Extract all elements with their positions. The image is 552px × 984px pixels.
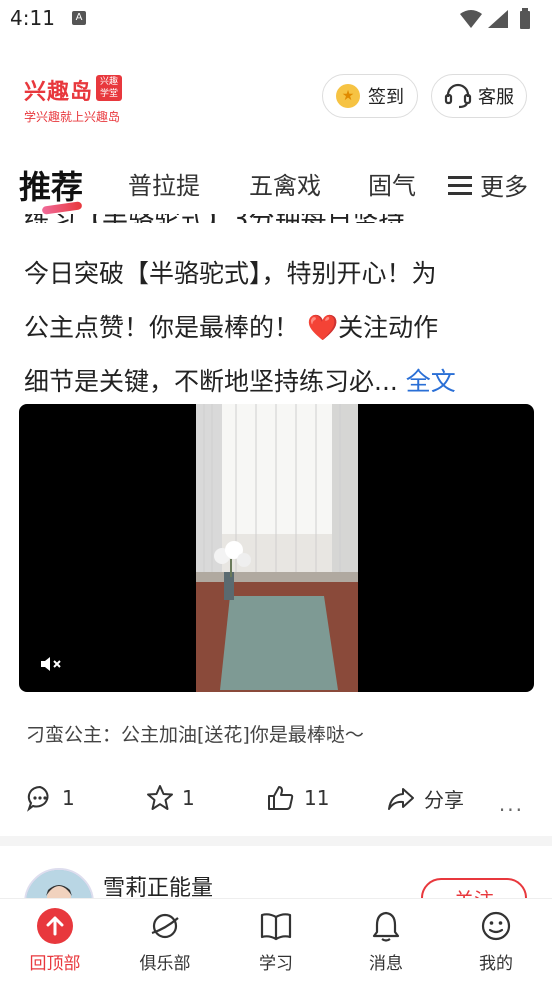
bottom-tab-bar: 回顶部 俱乐部 学习 消息 我的 bbox=[0, 898, 552, 984]
tab-label: 学习 bbox=[259, 954, 293, 974]
comments-count: 1 bbox=[62, 786, 75, 810]
app-logo: 兴趣岛 兴趣学堂 学兴趣就上兴趣岛 bbox=[24, 74, 123, 125]
tab-label: 我的 bbox=[479, 954, 513, 974]
post-actions: 1 1 11 分享 ··· bbox=[0, 784, 552, 822]
comment-preview[interactable]: 刁蛮公主：公主加油[送花]你是最棒哒～ bbox=[26, 720, 364, 747]
category-tabs: 推荐 普拉提 五禽戏 固气 更多 bbox=[0, 158, 552, 215]
arrow-up-icon bbox=[37, 908, 73, 944]
battery-icon bbox=[520, 11, 530, 29]
tab-guqi[interactable]: 固气 bbox=[368, 166, 416, 201]
headset-icon bbox=[444, 83, 472, 109]
video-frame bbox=[196, 404, 358, 692]
share-icon bbox=[388, 787, 414, 810]
comment-icon bbox=[27, 785, 49, 812]
more-tabs-button[interactable]: 更多 bbox=[442, 167, 528, 202]
signal-icon bbox=[488, 10, 508, 28]
likes-count: 11 bbox=[304, 786, 330, 810]
thumbs-up-icon bbox=[268, 786, 294, 810]
favorite-button[interactable]: 1 bbox=[146, 784, 195, 812]
full-text-link[interactable]: 全文 bbox=[406, 367, 456, 396]
tab-profile[interactable]: 我的 bbox=[451, 905, 541, 974]
comment-text: 公主加油[送花]你是最棒哒～ bbox=[121, 724, 364, 746]
post-text[interactable]: 今日突破【半骆驼式】，特别开心！为 公主点赞！你是最棒的！ ❤️关注动作 细节是… bbox=[24, 247, 528, 409]
favorites-count: 1 bbox=[182, 786, 195, 810]
wifi-icon bbox=[460, 10, 482, 28]
tab-label: 回顶部 bbox=[29, 954, 81, 974]
checkin-label: 签到 bbox=[368, 87, 404, 108]
logo-slogan: 学兴趣就上兴趣岛 bbox=[24, 110, 121, 124]
tab-back-to-top[interactable]: 回顶部 bbox=[10, 905, 100, 974]
post-text-line: 今日突破【半骆驼式】，特别开心！为 bbox=[24, 259, 437, 288]
book-icon bbox=[260, 913, 292, 941]
menu-icon bbox=[448, 175, 472, 195]
more-label: 更多 bbox=[480, 173, 528, 201]
star-coin-icon: ★ bbox=[336, 84, 360, 108]
comment-button[interactable]: 1 bbox=[26, 784, 75, 812]
comment-author: 刁蛮公主： bbox=[26, 724, 122, 746]
tab-club[interactable]: 俱乐部 bbox=[120, 905, 210, 974]
more-options-icon[interactable]: ··· bbox=[499, 798, 524, 822]
checkin-button[interactable]: ★ 签到 bbox=[322, 74, 418, 118]
app-header: 兴趣岛 兴趣学堂 学兴趣就上兴趣岛 ★ 签到 客服 bbox=[0, 60, 552, 130]
share-button[interactable]: 分享 bbox=[386, 784, 464, 813]
section-divider bbox=[0, 836, 552, 846]
like-button[interactable]: 11 bbox=[266, 784, 329, 812]
customer-service-button[interactable]: 客服 bbox=[431, 74, 527, 118]
bell-icon bbox=[372, 911, 400, 942]
tab-study[interactable]: 学习 bbox=[231, 905, 321, 974]
logo-badge: 兴趣学堂 bbox=[96, 75, 123, 101]
heart-emoji: ❤️ bbox=[306, 313, 339, 342]
mute-icon[interactable] bbox=[39, 654, 63, 674]
tab-messages[interactable]: 消息 bbox=[341, 905, 431, 974]
post-text-line: 细节是关键，不断地坚持练习必... 全文 bbox=[24, 367, 456, 396]
status-time: 4:11 bbox=[10, 6, 55, 30]
tab-recommend[interactable]: 推荐 bbox=[19, 162, 83, 208]
smiley-icon bbox=[481, 911, 511, 941]
logo-text: 兴趣岛 bbox=[24, 80, 94, 105]
tab-pilates[interactable]: 普拉提 bbox=[128, 166, 200, 201]
post-text-line: 公主点赞！你是最棒的！ ❤️关注动作 bbox=[24, 313, 439, 342]
service-label: 客服 bbox=[478, 87, 514, 108]
next-post: 雪莉正能量 关注 bbox=[0, 846, 552, 906]
star-icon bbox=[147, 785, 173, 810]
tab-label: 消息 bbox=[369, 954, 403, 974]
share-label: 分享 bbox=[424, 788, 464, 812]
status-icons bbox=[458, 8, 538, 34]
video-player[interactable] bbox=[19, 404, 534, 692]
planet-icon bbox=[151, 913, 179, 939]
status-bar: 4:11 A bbox=[0, 0, 552, 40]
notification-icon: A bbox=[72, 11, 86, 25]
tab-wuqinxi[interactable]: 五禽戏 bbox=[249, 166, 321, 201]
tab-label: 俱乐部 bbox=[139, 954, 191, 974]
